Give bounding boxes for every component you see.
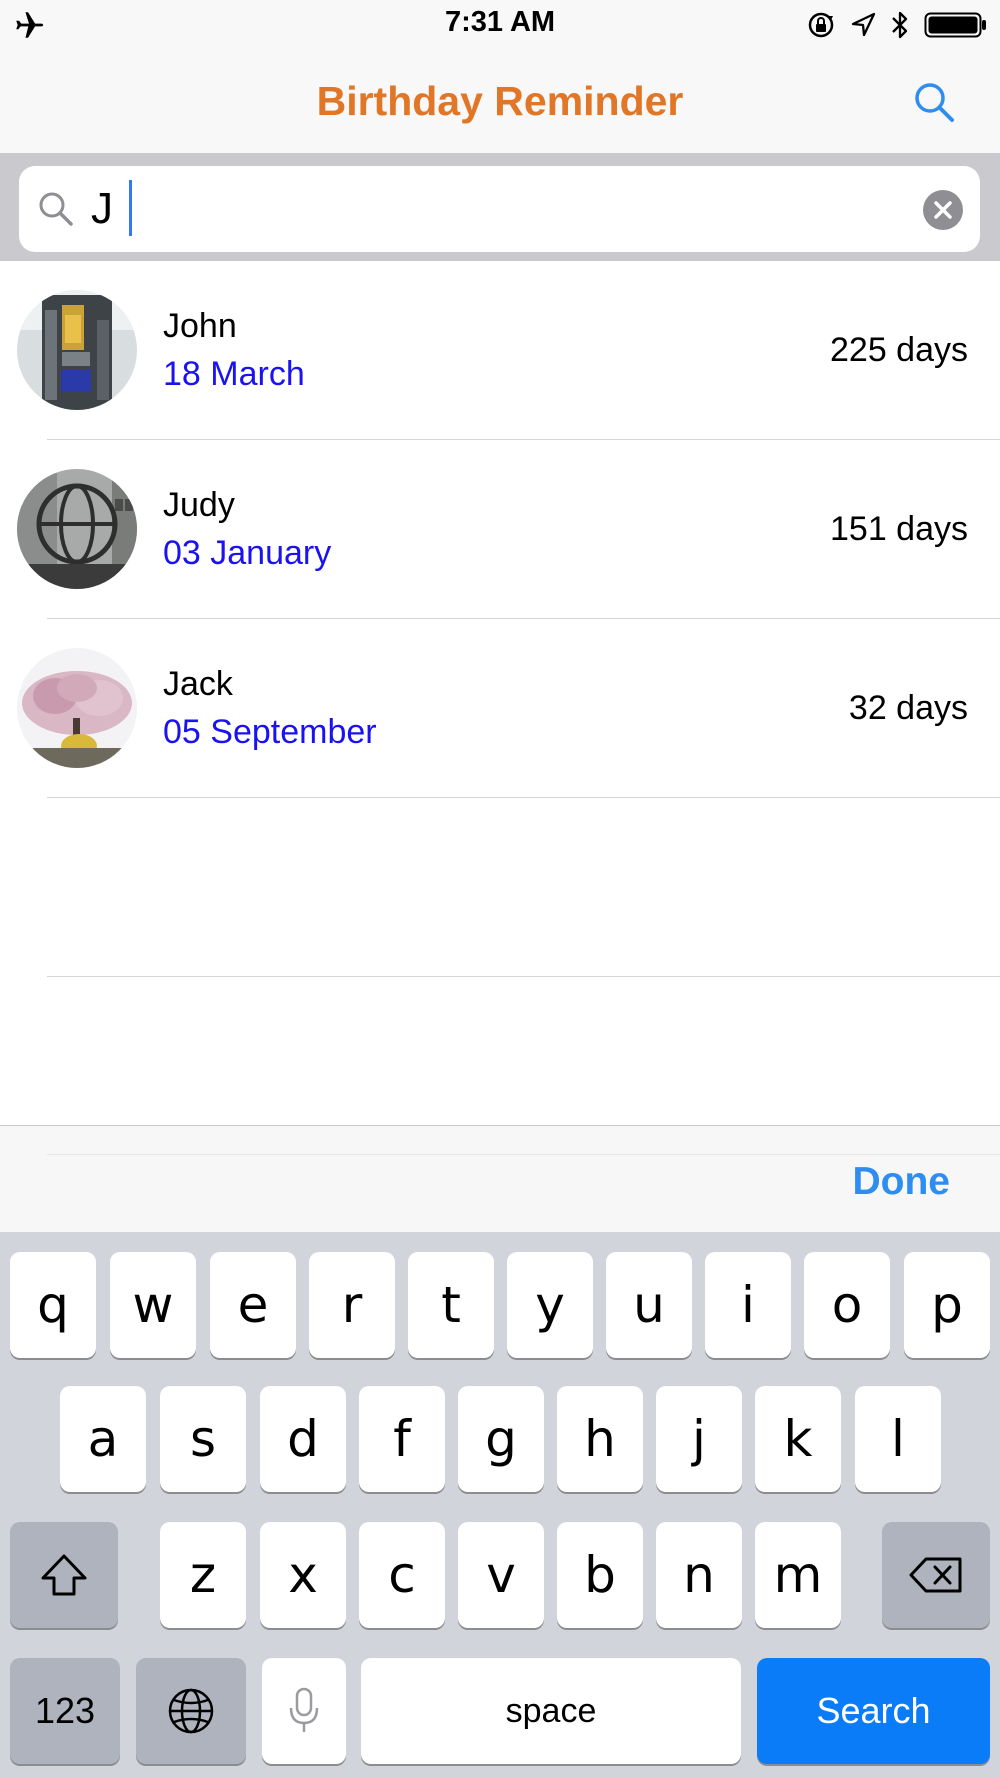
key[interactable]: k	[755, 1386, 841, 1492]
shift-arrow-icon	[41, 1554, 87, 1596]
contact-name: Judy	[163, 486, 235, 524]
key[interactable]: r	[309, 1252, 395, 1358]
days-remaining: 225 days	[830, 331, 968, 369]
navigation-bar: Birthday Reminder	[0, 48, 1000, 154]
globe-icon	[168, 1688, 214, 1734]
key[interactable]: d	[260, 1386, 346, 1492]
delete-key[interactable]	[882, 1522, 990, 1628]
key[interactable]: c	[359, 1522, 445, 1628]
empty-row	[0, 798, 1000, 977]
dictation-key[interactable]	[262, 1658, 346, 1764]
search-bar: J	[0, 154, 1000, 261]
list-item[interactable]: Judy 03 January 151 days	[0, 440, 1000, 619]
globe-key[interactable]	[136, 1658, 246, 1764]
contact-name: John	[163, 307, 237, 345]
key[interactable]: p	[904, 1252, 990, 1358]
microphone-icon	[289, 1687, 319, 1732]
search-input-value: J	[91, 184, 113, 233]
location-icon	[851, 12, 876, 37]
search-key[interactable]: Search	[757, 1658, 990, 1764]
key[interactable]: n	[656, 1522, 742, 1628]
days-remaining: 32 days	[848, 689, 968, 727]
birthday-date: 05 September	[163, 713, 377, 751]
bluetooth-icon	[892, 11, 908, 39]
done-button[interactable]: Done	[853, 1160, 951, 1204]
avatar	[17, 648, 137, 768]
key[interactable]: s	[160, 1386, 246, 1492]
key[interactable]: v	[458, 1522, 544, 1628]
space-key[interactable]: space	[361, 1658, 741, 1764]
key[interactable]: e	[210, 1252, 296, 1358]
contact-name: Jack	[163, 665, 233, 703]
orientation-lock-icon	[808, 12, 834, 38]
row-divider	[47, 976, 1000, 977]
backspace-icon	[909, 1557, 962, 1593]
key[interactable]: z	[160, 1522, 246, 1628]
battery-icon	[924, 12, 986, 38]
key[interactable]: b	[557, 1522, 643, 1628]
days-remaining: 151 days	[830, 510, 968, 548]
results-list: John 18 March 225 days Judy 03 January 1…	[0, 261, 1000, 977]
list-item[interactable]: Jack 05 September 32 days	[0, 619, 1000, 798]
key[interactable]: j	[656, 1386, 742, 1492]
key[interactable]: u	[606, 1252, 692, 1358]
clear-icon[interactable]	[923, 190, 963, 230]
key[interactable]: g	[458, 1386, 544, 1492]
keyboard-toolbar: Done	[0, 1125, 1000, 1232]
page-title: Birthday Reminder	[316, 78, 684, 124]
key[interactable]: y	[507, 1252, 593, 1358]
status-bar: 7:31 AM	[0, 0, 1000, 48]
text-caret	[129, 180, 132, 236]
list-item[interactable]: John 18 March 225 days	[0, 261, 1000, 440]
toolbar-divider	[47, 1154, 1000, 1155]
search-input[interactable]: J	[19, 166, 980, 252]
birthday-date: 03 January	[163, 534, 332, 572]
birthday-date: 18 March	[163, 355, 305, 393]
key[interactable]: l	[855, 1386, 941, 1492]
search-icon[interactable]	[910, 78, 960, 128]
key[interactable]: f	[359, 1386, 445, 1492]
keyboard: q w e r t y u i o p a s d f g h j k l z …	[0, 1232, 1000, 1778]
key[interactable]: h	[557, 1386, 643, 1492]
key[interactable]: a	[60, 1386, 146, 1492]
key[interactable]: w	[110, 1252, 196, 1358]
key[interactable]: t	[408, 1252, 494, 1358]
shift-key[interactable]	[10, 1522, 118, 1628]
key[interactable]: q	[10, 1252, 96, 1358]
numbers-key[interactable]: 123	[10, 1658, 120, 1764]
avatar	[17, 469, 137, 589]
avatar	[17, 290, 137, 410]
key[interactable]: m	[755, 1522, 841, 1628]
magnifier-icon	[39, 192, 73, 226]
key[interactable]: x	[260, 1522, 346, 1628]
key[interactable]: i	[705, 1252, 791, 1358]
key[interactable]: o	[804, 1252, 890, 1358]
